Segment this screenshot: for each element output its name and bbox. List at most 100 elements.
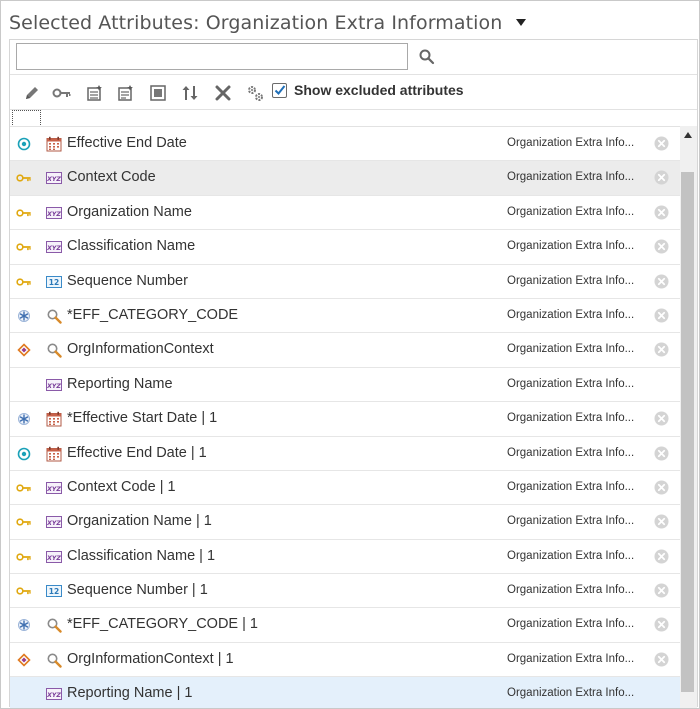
attribute-object: Organization Extra Info... (507, 412, 635, 425)
properties-icon[interactable] (148, 83, 168, 103)
diamond-icon (16, 652, 32, 668)
remove-icon[interactable] (654, 652, 669, 667)
lookup-icon (46, 617, 62, 634)
key-icon (16, 549, 32, 565)
attribute-row[interactable]: *Effective Start Date | 1 Organization Ex… (10, 402, 680, 437)
attribute-name: Sequence Number | 1 (67, 582, 208, 599)
focus-cell (12, 110, 41, 127)
remove-icon[interactable] (654, 411, 669, 426)
attribute-row[interactable]: 12 Sequence Number Organization Extra Info… (10, 264, 680, 299)
attributes-container: Show excluded attributes Effective End D… (9, 39, 698, 708)
attribute-row[interactable]: XYZ Context Code Organization Extra Info..… (10, 161, 680, 196)
key-icon (16, 205, 32, 221)
key-icon (16, 170, 32, 186)
attribute-name: Reporting Name (67, 375, 173, 392)
number-type-icon: 12 (46, 274, 62, 290)
attribute-row[interactable]: XYZ Classification Name Organization Extra… (10, 230, 680, 265)
attribute-object: Organization Extra Info... (507, 377, 635, 390)
attribute-row[interactable]: XYZ Reporting Name | 1 Organization Extra … (10, 677, 680, 708)
remove-icon[interactable] (654, 170, 669, 185)
chevron-down-icon[interactable] (516, 18, 527, 26)
calendar-icon (46, 446, 62, 462)
lookup-icon (46, 652, 62, 668)
remove-icon[interactable] (654, 446, 669, 461)
search-bar (10, 40, 697, 75)
lookup-icon (46, 308, 62, 324)
svg-text:XYZ: XYZ (46, 520, 61, 527)
attribute-object: Organization Extra Info... (507, 515, 635, 528)
remove-icon[interactable] (654, 205, 669, 220)
attribute-name: Classification Name | 1 (67, 547, 216, 564)
remove-icon[interactable] (654, 549, 669, 564)
attribute-object: Organization Extra Info... (507, 171, 635, 184)
text-type-icon: XYZ (46, 480, 62, 496)
show-excluded-toggle[interactable]: Show excluded attributes (272, 82, 464, 98)
text-type-icon: XYZ (46, 170, 62, 186)
attribute-row[interactable]: XYZ Organization Name Organization Extra I… (10, 195, 680, 231)
attribute-object: Organization Extra Info... (507, 652, 635, 665)
show-excluded-label: Show excluded attributes (294, 82, 464, 98)
attribute-object: Organization Extra Info... (507, 240, 635, 253)
attribute-row[interactable]: XYZ Classification Name | 1 Organization E… (10, 539, 680, 575)
key-icon (16, 274, 32, 290)
attribute-name: Effective End Date (67, 135, 187, 151)
text-type-icon: XYZ (46, 239, 62, 255)
attribute-row[interactable]: Effective End Date | 1 Organization Extra… (10, 436, 680, 471)
attribute-name: Context Code (67, 169, 156, 186)
text-type-icon: XYZ (46, 377, 62, 393)
remove-icon[interactable] (654, 583, 669, 598)
text-type-icon: XYZ (46, 514, 62, 530)
svg-text:12: 12 (49, 587, 59, 596)
attribute-row[interactable]: *EFF_CATEGORY_CODE | 1 Organization Extra… (10, 608, 680, 643)
add-derived-attribute-icon[interactable] (116, 83, 136, 103)
edit-icon[interactable] (22, 83, 42, 103)
key-icon (16, 239, 32, 255)
text-type-icon: XYZ (46, 205, 62, 221)
attribute-row[interactable]: OrgInformationContext | 1 Organization Ex… (10, 642, 680, 678)
attribute-object: Organization Extra Info... (507, 343, 635, 356)
remove-icon[interactable] (654, 342, 669, 357)
remove-icon[interactable] (654, 308, 669, 323)
attribute-object: Organization Extra Info... (507, 137, 635, 149)
remove-icon[interactable] (654, 480, 669, 495)
calendar-icon (46, 411, 62, 427)
key-icon[interactable] (52, 83, 72, 103)
remove-icon[interactable] (654, 136, 669, 151)
attribute-row[interactable]: Effective End Date Organization Extra Inf… (10, 127, 680, 162)
svg-text:XYZ: XYZ (46, 555, 61, 562)
number-type-icon: 12 (46, 583, 62, 599)
calendar-icon (46, 136, 62, 152)
target-icon (16, 136, 32, 152)
settings-icon[interactable] (245, 83, 265, 103)
attribute-object: Organization Extra Info... (507, 584, 635, 597)
attribute-name: OrgInformationContext | 1 (67, 650, 234, 667)
delete-icon[interactable] (213, 83, 233, 103)
svg-text:XYZ: XYZ (46, 486, 61, 493)
remove-icon[interactable] (654, 617, 669, 632)
scrollbar-thumb[interactable] (681, 172, 694, 692)
add-attribute-icon[interactable] (85, 83, 105, 103)
attribute-row[interactable]: XYZ Context Code | 1 Organization Extra In… (10, 470, 680, 506)
attribute-row[interactable]: OrgInformationContext Organization Extra … (10, 333, 680, 368)
remove-icon[interactable] (654, 514, 669, 529)
search-icon[interactable] (418, 48, 436, 66)
svg-text:XYZ: XYZ (46, 383, 61, 390)
lookup-icon (46, 342, 62, 359)
attribute-row[interactable]: *EFF_CATEGORY_CODE Organization Extra Inf… (10, 298, 680, 334)
attribute-row[interactable]: 12 Sequence Number | 1 Organization Extra … (10, 574, 680, 609)
remove-icon[interactable] (654, 239, 669, 254)
svg-text:XYZ: XYZ (46, 176, 61, 183)
attribute-object: Organization Extra Info... (507, 308, 635, 321)
key-icon (16, 480, 32, 496)
scroll-up-icon[interactable] (684, 132, 692, 138)
search-input[interactable] (16, 43, 408, 70)
vertical-scrollbar[interactable] (680, 126, 697, 708)
attribute-row[interactable]: XYZ Organization Name | 1 Organization Ext… (10, 505, 680, 540)
remove-icon[interactable] (654, 274, 669, 289)
attribute-name: *EFF_CATEGORY_CODE | 1 (67, 616, 258, 633)
show-excluded-checkbox[interactable] (272, 82, 287, 98)
attribute-row[interactable]: XYZ Reporting Name Organization Extra Info… (10, 367, 680, 403)
diamond-icon (16, 342, 32, 358)
sort-icon[interactable] (180, 83, 200, 103)
attribute-name: OrgInformationContext (67, 341, 214, 358)
